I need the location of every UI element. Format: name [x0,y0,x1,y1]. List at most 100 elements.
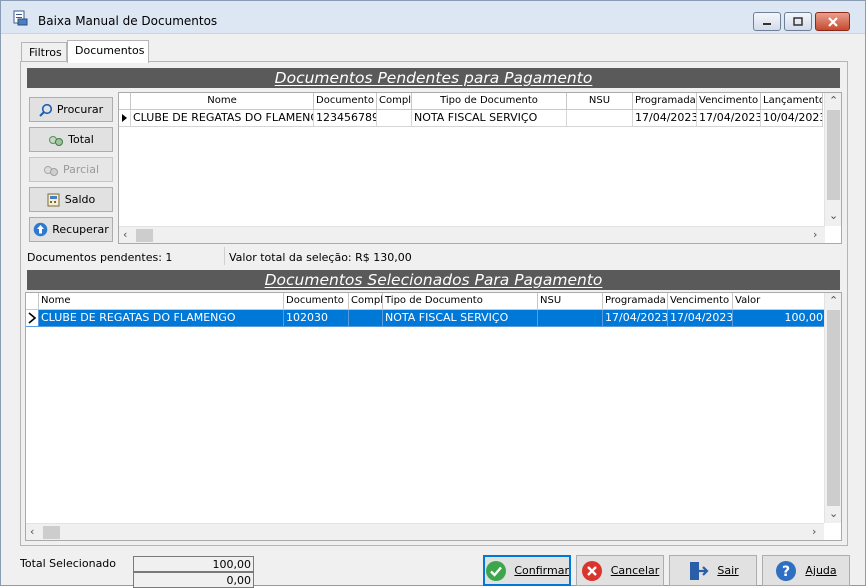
status-divider [224,247,225,265]
column-header[interactable]: Valor [733,293,826,310]
cell-nome[interactable]: CLUBE DE REGATAS DO FLAMENGO [39,310,284,327]
cell-lancamento[interactable]: 10/04/2023 [761,110,823,127]
column-header[interactable]: Programada [633,93,697,110]
cell-programada[interactable]: 17/04/2023 [633,110,697,127]
scroll-up-icon[interactable]: ⌃ [829,294,838,308]
cell-tipo[interactable]: NOTA FISCAL SERVIÇO [412,110,567,127]
scroll-up-icon[interactable]: ⌃ [829,94,838,108]
column-header[interactable]: NSU [538,293,603,310]
scroll-thumb[interactable] [827,110,840,200]
saldo-button[interactable]: Saldo [29,187,113,212]
maximize-icon [793,17,803,26]
exit-door-icon [690,561,709,580]
pending-grid-header: Nome Documento Compl Tipo de Documento N… [119,93,823,110]
scroll-thumb[interactable] [136,229,153,242]
cancelar-label: Cancelar [610,564,660,577]
cell-compl[interactable] [377,110,412,127]
vertical-scrollbar[interactable]: ⌃ ⌄ [824,293,841,523]
magnifier-icon [39,103,52,117]
scroll-down-icon[interactable]: ⌄ [829,209,838,223]
cell-compl[interactable] [349,310,383,327]
main-window: Baixa Manual de Documentos Filtros Docum… [0,0,866,588]
sair-button[interactable]: Sair [669,555,757,586]
selected-grid-header: Nome Documento Compl Tipo de Documento N… [26,293,826,310]
minimize-button[interactable] [753,12,781,31]
cell-tipo[interactable]: NOTA FISCAL SERVIÇO [383,310,538,327]
saldo-label: Saldo [64,193,96,206]
selection-total-status: Valor total da seleção: R$ 130,00 [229,251,412,264]
tab-filtros[interactable]: Filtros [21,42,67,62]
column-header[interactable]: Nome [131,93,314,110]
cell-programada[interactable]: 17/04/2023 [603,310,668,327]
recuperar-button[interactable]: Recuperar [29,217,113,242]
confirmar-button[interactable]: Confirmar [483,555,571,586]
column-header[interactable]: Lançamento [761,93,823,110]
cancel-circle-icon [581,560,602,581]
table-row[interactable]: CLUBE DE REGATAS DO FLAMENGO 102030 NOTA… [26,310,826,327]
tab-documentos[interactable]: Documentos [67,40,149,63]
column-header[interactable]: Compl [349,293,383,310]
procurar-button[interactable]: Procurar [29,97,113,122]
cell-vencimento[interactable]: 17/04/2023 [668,310,733,327]
title-bar[interactable]: Baixa Manual de Documentos [1,1,865,34]
horizontal-scrollbar[interactable]: ‹ › [119,226,825,243]
pending-documents-grid[interactable]: Nome Documento Compl Tipo de Documento N… [118,92,842,244]
column-header[interactable]: Tipo de Documento [412,93,567,110]
help-icon: ? [776,560,797,581]
column-header[interactable]: Documento [314,93,377,110]
maximize-button[interactable] [784,12,812,31]
scroll-left-icon[interactable]: ‹ [30,525,34,539]
column-header[interactable]: Nome [39,293,284,310]
cell-documento[interactable]: 102030 [284,310,349,327]
parcial-button[interactable]: Parcial [29,157,113,182]
scroll-right-icon[interactable]: › [812,525,816,539]
ajuda-label: Ajuda [805,564,837,577]
cell-vencimento[interactable]: 17/04/2023 [697,110,761,127]
column-header[interactable]: NSU [567,93,633,110]
calculator-icon [47,193,60,206]
selected-section-title: Documentos Selecionados Para Pagamento [27,270,840,290]
minimize-icon [763,22,771,25]
column-header[interactable]: Documento [284,293,349,310]
vertical-scrollbar[interactable]: ⌃ ⌄ [824,93,841,226]
app-icon [12,10,28,26]
total-button[interactable]: Total [29,127,113,152]
column-header[interactable]: Vencimento [668,293,733,310]
ajuda-button[interactable]: ? Ajuda [762,555,850,586]
scroll-right-icon[interactable]: › [813,228,817,242]
coins-icon [49,135,64,146]
recuperar-label: Recuperar [52,223,109,236]
cell-documento[interactable]: 123456789 [314,110,377,127]
footer-panel: Total Selecionado 100,00 0,00 Confirmar … [1,549,865,588]
parcial-label: Parcial [62,163,100,176]
pending-count-status: Documentos pendentes: 1 [27,251,173,264]
window-title: Baixa Manual de Documentos [38,14,218,28]
check-circle-icon [486,560,506,581]
row-pointer-icon [26,310,39,327]
close-button[interactable] [815,12,850,31]
up-arrow-circle-icon [33,222,48,237]
scroll-left-icon[interactable]: ‹ [123,228,127,242]
scroll-down-icon[interactable]: ⌄ [829,507,838,521]
cell-nsu[interactable] [567,110,633,127]
horizontal-scrollbar[interactable]: ‹ › [26,523,824,540]
column-header[interactable]: Programada [603,293,668,310]
column-header[interactable]: Compl [377,93,412,110]
coins-icon [43,165,58,176]
scroll-thumb[interactable] [827,310,840,506]
total-selected-value: 100,00 [133,556,254,572]
cancelar-button[interactable]: Cancelar [576,555,664,586]
documentos-tab-page: Documentos Pendentes para Pagamento Proc… [20,61,848,546]
cell-valor[interactable]: 100,00 [733,310,826,327]
cell-nsu[interactable] [538,310,603,327]
selected-documents-grid[interactable]: Nome Documento Compl Tipo de Documento N… [25,292,842,541]
svg-text:?: ? [782,564,790,580]
scroll-thumb[interactable] [43,526,60,539]
row-pointer-icon [119,110,131,127]
table-row[interactable]: CLUBE DE REGATAS DO FLAMENGO 123456789 N… [119,110,823,127]
row-indicator-header [26,293,39,310]
column-header[interactable]: Vencimento [697,93,761,110]
total-selected-label: Total Selecionado [20,557,117,570]
column-header[interactable]: Tipo de Documento [383,293,538,310]
cell-nome[interactable]: CLUBE DE REGATAS DO FLAMENGO [131,110,314,127]
